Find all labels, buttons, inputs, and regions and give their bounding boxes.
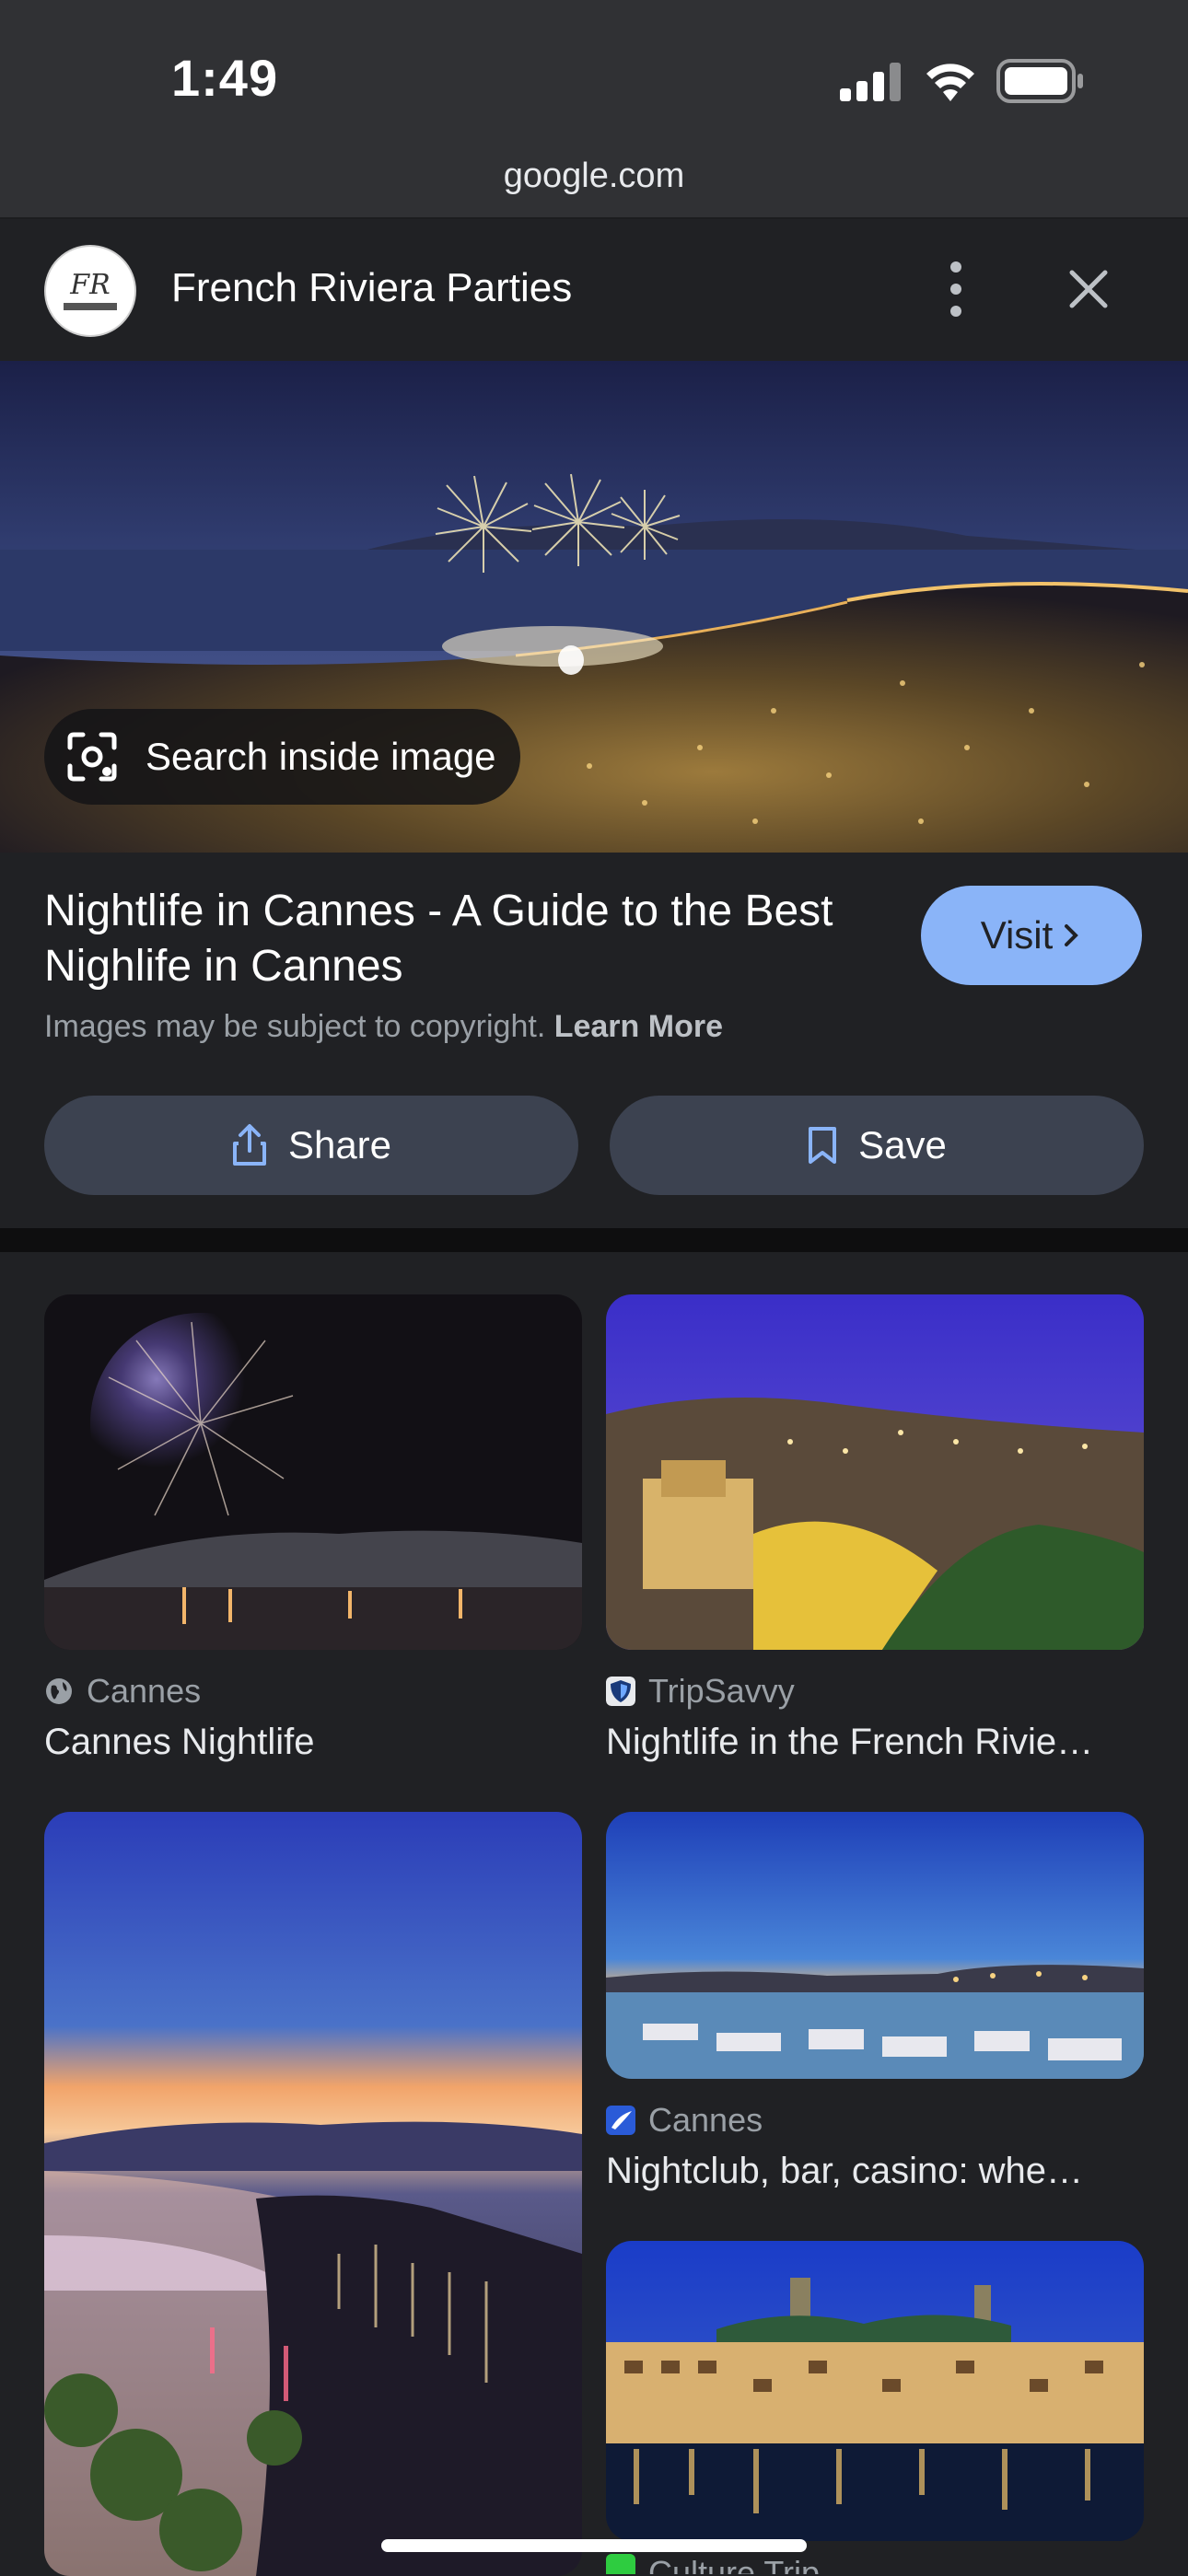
save-button[interactable]: Save: [610, 1096, 1144, 1195]
more-options-icon[interactable]: [939, 260, 973, 319]
related-source-2[interactable]: TripSavvy: [606, 1672, 795, 1711]
avatar-monogram: FR: [70, 269, 111, 301]
cannes-logo-icon: [606, 2106, 635, 2135]
related-source-4[interactable]: Cannes: [606, 2101, 763, 2140]
share-icon: [232, 1124, 266, 1166]
status-time: 1:49: [171, 49, 279, 107]
section-divider: [0, 1228, 1188, 1252]
related-source-1-label: Cannes: [87, 1672, 202, 1710]
share-label: Share: [287, 1123, 392, 1166]
related-image-fireworks[interactable]: [44, 1294, 582, 1650]
result-title[interactable]: Nightlife in Cannes - A Guide to the Bes…: [44, 884, 855, 994]
related-source-5[interactable]: Culture Trip: [606, 2554, 820, 2574]
related-image-riviera[interactable]: [606, 1294, 1144, 1650]
related-image-cannes-sunset[interactable]: [44, 1812, 582, 2576]
bookmark-icon: [809, 1127, 837, 1164]
chevron-right-icon: [1065, 924, 1079, 946]
search-inside-image-button[interactable]: Search inside image: [44, 709, 520, 805]
related-image-old-town[interactable]: [606, 2241, 1144, 2541]
visit-label: Visit: [980, 913, 1054, 957]
search-inside-image-label: Search inside image: [146, 735, 496, 778]
home-indicator[interactable]: [381, 2539, 807, 2552]
related-caption-1[interactable]: Cannes Nightlife: [44, 1722, 582, 1763]
related-source-2-label: TripSavvy: [648, 1672, 795, 1710]
visit-button[interactable]: Visit: [921, 886, 1142, 985]
cellular-signal-icon: [840, 63, 901, 101]
share-button[interactable]: Share: [44, 1096, 578, 1195]
avatar-tag-bar: [64, 303, 117, 310]
globe-icon: [46, 1678, 72, 1704]
related-source-1[interactable]: Cannes: [44, 1672, 201, 1711]
related-image-harbor[interactable]: [606, 1812, 1144, 2079]
lens-icon: [67, 732, 117, 782]
url-label[interactable]: google.com: [0, 157, 1188, 196]
copyright-notice: Images may be subject to copyright. Lear…: [44, 1009, 723, 1045]
related-caption-4[interactable]: Nightclub, bar, casino: whe…: [606, 2151, 1144, 2192]
tripsavvy-shield-icon: [606, 1677, 635, 1706]
save-label: Save: [858, 1123, 947, 1166]
wifi-icon: [926, 64, 974, 101]
close-icon[interactable]: [1066, 267, 1111, 311]
culture-trip-icon: [606, 2554, 635, 2574]
related-source-4-label: Cannes: [648, 2101, 763, 2139]
related-caption-2[interactable]: Nightlife in the French Rivie…: [606, 1722, 1144, 1763]
learn-more-link[interactable]: Learn More: [554, 1009, 723, 1044]
battery-icon: [996, 59, 1083, 103]
source-avatar[interactable]: FR: [44, 245, 136, 337]
copyright-text: Images may be subject to copyright.: [44, 1009, 546, 1044]
related-source-5-label: Culture Trip: [648, 2554, 821, 2574]
source-title[interactable]: French Riviera Parties: [171, 265, 572, 311]
